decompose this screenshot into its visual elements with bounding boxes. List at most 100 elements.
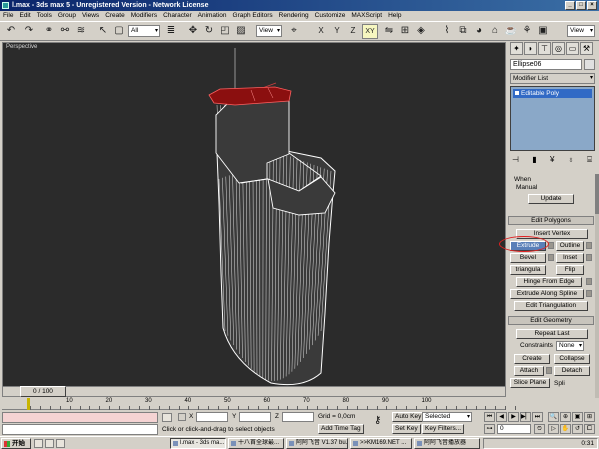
hinge-settings-button[interactable] [586,278,592,285]
pin-stack-icon[interactable]: ⊣ [512,155,519,165]
undo-icon[interactable]: ↶ [4,24,18,39]
menu-file[interactable]: File [3,11,13,21]
key-mode-icon[interactable]: ⚷ [374,415,381,426]
select-move-icon[interactable]: ✥ [186,24,200,39]
view-dropdown[interactable]: View [567,25,595,37]
show-end-result-icon[interactable]: ▮ [532,155,536,165]
configure-sets-icon[interactable]: ⌸ [587,155,592,165]
inset-settings-button[interactable] [586,254,592,261]
curve-editor-icon[interactable]: ⌇ [440,24,454,39]
menu-maxscript[interactable]: MAXScript [351,11,382,21]
scale-options-icon[interactable]: ▨ [234,24,248,39]
axis-z-button[interactable]: Z [346,24,360,39]
flip-button[interactable]: Flip [556,265,584,275]
selection-filter-dropdown[interactable]: All [128,25,160,37]
quicklaunch-desktop-icon[interactable] [45,439,54,448]
add-time-tag-button[interactable]: Add Time Tag [318,424,364,434]
extrude-along-spline-button[interactable]: Extrude Along Spline [510,289,584,299]
unlink-icon[interactable]: ⚯ [58,24,72,39]
maximize-viewport-icon[interactable]: ⧠ [584,424,595,434]
quicklaunch-media-icon[interactable] [56,439,65,448]
bevel-settings-button[interactable] [548,254,554,261]
attach-button[interactable]: Attach [514,366,544,376]
maxscript-listener-input[interactable] [2,424,158,435]
zoom-extents-icon[interactable]: ▣ [572,412,583,422]
bind-space-warp-icon[interactable]: ≋ [74,24,88,39]
menu-graph-editors[interactable]: Graph Editors [233,11,273,21]
detach-button[interactable]: Detach [554,366,590,376]
axis-y-button[interactable]: Y [330,24,344,39]
menu-create[interactable]: Create [105,11,125,21]
go-to-end-icon[interactable]: ⏭ [532,412,543,422]
close-button[interactable]: × [587,1,597,10]
time-configuration-icon[interactable]: ⏲ [534,424,545,434]
previous-frame-icon[interactable]: ◀ [496,412,507,422]
menu-customize[interactable]: Customize [315,11,346,21]
absolute-mode-icon[interactable] [178,413,186,421]
menu-views[interactable]: Views [82,11,99,21]
key-mode-toggle-icon[interactable]: ⊶ [484,424,495,434]
arc-rotate-icon[interactable]: ↺ [572,424,583,434]
utilities-tab-icon[interactable]: ⚒ [580,42,593,55]
quicklaunch-ie-icon[interactable] [34,439,43,448]
collapse-button[interactable]: Collapse [554,354,590,364]
task-music-list[interactable]: 十八首全球最... [228,438,284,449]
selection-lock-icon[interactable] [162,413,172,422]
modifier-list-dropdown[interactable]: Modifier List [510,73,595,84]
menu-help[interactable]: Help [388,11,401,21]
reference-coordinate-dropdown[interactable]: View [256,25,282,37]
remove-modifier-icon[interactable]: ♁ [568,155,574,165]
repeat-last-button[interactable]: Repeat Last [516,329,588,339]
task-3dsmax[interactable]: l.max - 3ds ma... [170,438,226,449]
minimize-button[interactable]: _ [565,1,575,10]
make-unique-icon[interactable]: ¥ [550,155,554,165]
pan-view-icon[interactable]: ✋ [560,424,571,434]
time-slider-track[interactable] [2,386,506,397]
key-filters-button[interactable]: Key Filters... [422,424,465,434]
set-key-button[interactable]: Set Key [392,424,421,434]
select-by-name-icon[interactable]: ≣ [164,24,178,39]
create-button[interactable]: Create [514,354,550,364]
modify-tab-icon[interactable]: ◗ [524,42,537,55]
named-selection-icon[interactable]: ◈ [414,24,428,39]
bevel-button[interactable]: Bevel [510,253,546,263]
render-scene-icon[interactable]: ⌂ [488,24,502,39]
schematic-view-icon[interactable]: ⧉ [456,24,470,39]
task-media-player[interactable]: 阿阿飞音播放器 [414,438,480,449]
pivot-center-icon[interactable]: ⌖ [287,24,301,39]
slice-plane-button[interactable]: Slice Plane [510,378,550,388]
command-panel-scroll-thumb[interactable] [595,174,599,214]
maxscript-listener-macro[interactable] [2,412,158,423]
task-player[interactable]: 阿阿飞音 V1.37 bu... [286,438,348,449]
edit-triangulation-button[interactable]: Edit Triangulation [514,301,588,311]
select-rotate-icon[interactable]: ↻ [202,24,216,39]
select-scale-icon[interactable]: ◰ [218,24,232,39]
quick-render-icon[interactable]: ☕ [504,24,518,39]
key-selection-dropdown[interactable]: Selected [422,412,472,422]
go-to-start-icon[interactable]: ⏮ [484,412,495,422]
align-icon[interactable]: ⊞ [398,24,412,39]
next-frame-icon[interactable]: ▶▏ [520,412,531,422]
menu-tools[interactable]: Tools [37,11,52,21]
menu-character[interactable]: Character [163,11,192,21]
current-frame-field[interactable]: 0 [497,424,531,434]
play-icon[interactable]: ▶ [508,412,519,422]
edit-geometry-rollout[interactable]: Edit Geometry [508,316,594,325]
menu-animation[interactable]: Animation [198,11,227,21]
perspective-viewport[interactable]: Perspective [2,42,506,397]
menu-rendering[interactable]: Rendering [279,11,309,21]
display-tab-icon[interactable]: ▭ [566,42,579,55]
y-coord-field[interactable] [239,412,271,422]
select-object-icon[interactable]: ↖ [96,24,110,39]
maximize-button[interactable]: □ [576,1,586,10]
attach-list-button[interactable] [546,367,552,374]
render-last-icon[interactable]: ▣ [536,24,550,39]
object-color-swatch[interactable] [584,59,595,70]
split-checkbox[interactable]: Spli [554,380,565,387]
menu-edit[interactable]: Edit [19,11,30,21]
extrude-spline-settings-button[interactable] [586,290,592,297]
stack-item-editable-poly[interactable]: Editable Poly [513,89,592,98]
constraints-dropdown[interactable]: None [556,341,584,351]
retriangulate-button[interactable]: triangula [510,265,546,275]
manual-radio[interactable]: Manual [516,184,537,191]
